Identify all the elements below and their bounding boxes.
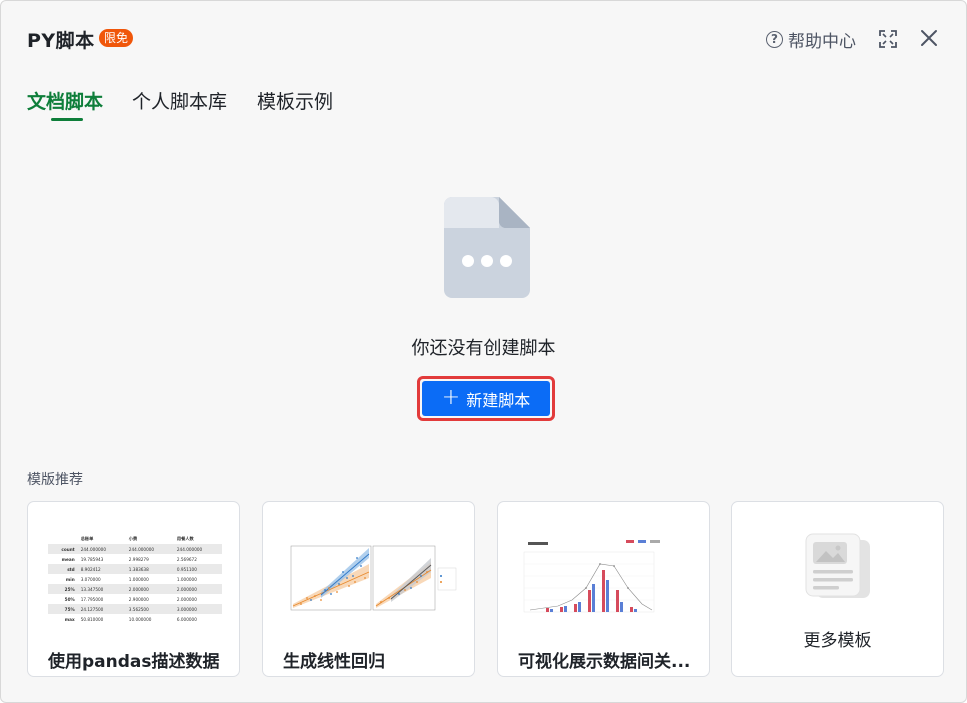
template-card-more[interactable]: 更多模板: [731, 501, 944, 677]
describe-table-cell: 8.902412: [80, 566, 101, 572]
describe-table-row: 75% 24.127500 3.562500 3.000000: [48, 604, 222, 614]
tab-document-scripts[interactable]: 文档脚本: [27, 87, 103, 114]
active-tab-indicator: [51, 118, 83, 121]
describe-table-cell: 2.000000: [176, 586, 197, 592]
describe-table-header: 总账单: [80, 536, 94, 541]
describe-table-cell: 2.900000: [128, 596, 149, 602]
describe-table-cell: 10.000000: [128, 616, 152, 622]
describe-table-cell: 6.000000: [176, 616, 197, 622]
template-card-visualize-relations[interactable]: 可视化展示数据间关...: [497, 501, 710, 677]
help-center-label: 帮助中心: [788, 32, 856, 52]
card-title: 使用pandas描述数据: [48, 652, 220, 672]
describe-table-cell: 3.070000: [80, 576, 101, 582]
new-script-button-highlight: + 新建脚本: [417, 376, 555, 421]
describe-table-header: [48, 534, 78, 544]
describe-table-cell: 1.000000: [128, 576, 149, 582]
describe-table-cell: std: [67, 566, 75, 572]
card-title: 更多模板: [803, 631, 872, 651]
describe-table-row: min 3.070000 1.000000 1.000000: [48, 574, 222, 584]
free-badge: 限免: [99, 29, 134, 47]
describe-table-cell: 2.998279: [128, 556, 149, 562]
empty-state-message: 你还没有创建脚本: [411, 338, 556, 359]
describe-table-cell: 244.000000: [176, 546, 203, 552]
fullscreen-icon[interactable]: [878, 29, 898, 49]
tab-template-examples[interactable]: 模板示例: [257, 87, 333, 114]
template-card-pandas-describe[interactable]: 总账单 小费 用餐人数 count 244.000000 244.000000 244.0…: [27, 501, 240, 677]
new-script-label: 新建脚本: [466, 390, 531, 410]
card-title: 生成线性回归: [283, 652, 385, 672]
describe-table-cell: count: [61, 546, 75, 552]
describe-table-cell: 17.795000: [80, 596, 104, 602]
describe-table-cell: 2.000000: [128, 586, 149, 592]
describe-table-header: 用餐人数: [176, 536, 194, 541]
describe-table-cell: 75%: [64, 606, 75, 612]
describe-table-cell: 50.810000: [80, 616, 104, 622]
describe-table-row: count 244.000000 244.000000 244.000000: [48, 544, 222, 554]
combo-chart-thumbnail: [523, 540, 660, 613]
describe-table-cell: 1.383638: [128, 566, 149, 572]
empty-file-icon: [444, 197, 530, 298]
card-title: 可视化展示数据间关...: [518, 652, 691, 672]
describe-table-cell: 13.347500: [80, 586, 104, 592]
describe-table-cell: max: [64, 616, 75, 622]
describe-table-cell: 0.951100: [176, 566, 197, 572]
template-docs-icon: [805, 533, 870, 598]
describe-table-cell: 24.127500: [80, 606, 104, 612]
templates-section-label: 模版推荐: [27, 472, 83, 488]
describe-table-cell: 244.000000: [80, 546, 106, 552]
describe-table-row: 25% 13.347500 2.000000 2.000000: [48, 584, 222, 594]
describe-table-cell: 19.785943: [80, 556, 104, 562]
describe-table-cell: 50%: [64, 596, 75, 602]
describe-table-row: max 50.810000 10.000000 6.000000: [48, 614, 222, 624]
close-icon[interactable]: [920, 29, 938, 47]
header: PY脚本 限免 ? 帮助中心: [1, 1, 966, 77]
tab-personal-library[interactable]: 个人脚本库: [132, 87, 227, 114]
template-card-linear-regression[interactable]: 生成线性回归: [262, 501, 475, 677]
describe-table-cell: min: [65, 576, 75, 582]
describe-table-cell: 25%: [64, 586, 75, 592]
describe-table-cell: 3.562500: [128, 606, 149, 612]
new-script-button[interactable]: + 新建脚本: [422, 381, 550, 416]
help-center-link[interactable]: ? 帮助中心: [766, 27, 856, 52]
py-script-panel: PY脚本 限免 ? 帮助中心 文档脚本 个人脚本库 模板示例 你还没有创建脚本: [0, 0, 967, 703]
describe-table-cell: mean: [61, 556, 75, 562]
describe-table-row: std 8.902412 1.383638 0.951100: [48, 564, 222, 574]
describe-table-cell: 2.569672: [176, 556, 197, 562]
describe-table-cell: 2.000000: [176, 596, 197, 602]
app-title: PY脚本: [27, 30, 95, 52]
describe-table-header: 小费: [128, 536, 138, 541]
describe-table-row: 50% 17.795000 2.900000 2.000000: [48, 594, 222, 604]
describe-table: 总账单 小费 用餐人数 count 244.000000 244.000000 244.0…: [48, 534, 222, 624]
describe-table-cell: 3.000000: [176, 606, 197, 612]
question-circle-icon: ?: [766, 31, 783, 48]
describe-table-thumbnail: 总账单 小费 用餐人数 count 244.000000 244.000000 244.0…: [48, 534, 226, 634]
describe-table-row: mean 19.785943 2.998279 2.569672: [48, 554, 222, 564]
describe-table-cell: 244.000000: [128, 546, 155, 552]
describe-table-cell: 1.000000: [176, 576, 197, 582]
regression-plot-thumbnail: [290, 545, 457, 611]
plus-icon: +: [441, 384, 461, 410]
